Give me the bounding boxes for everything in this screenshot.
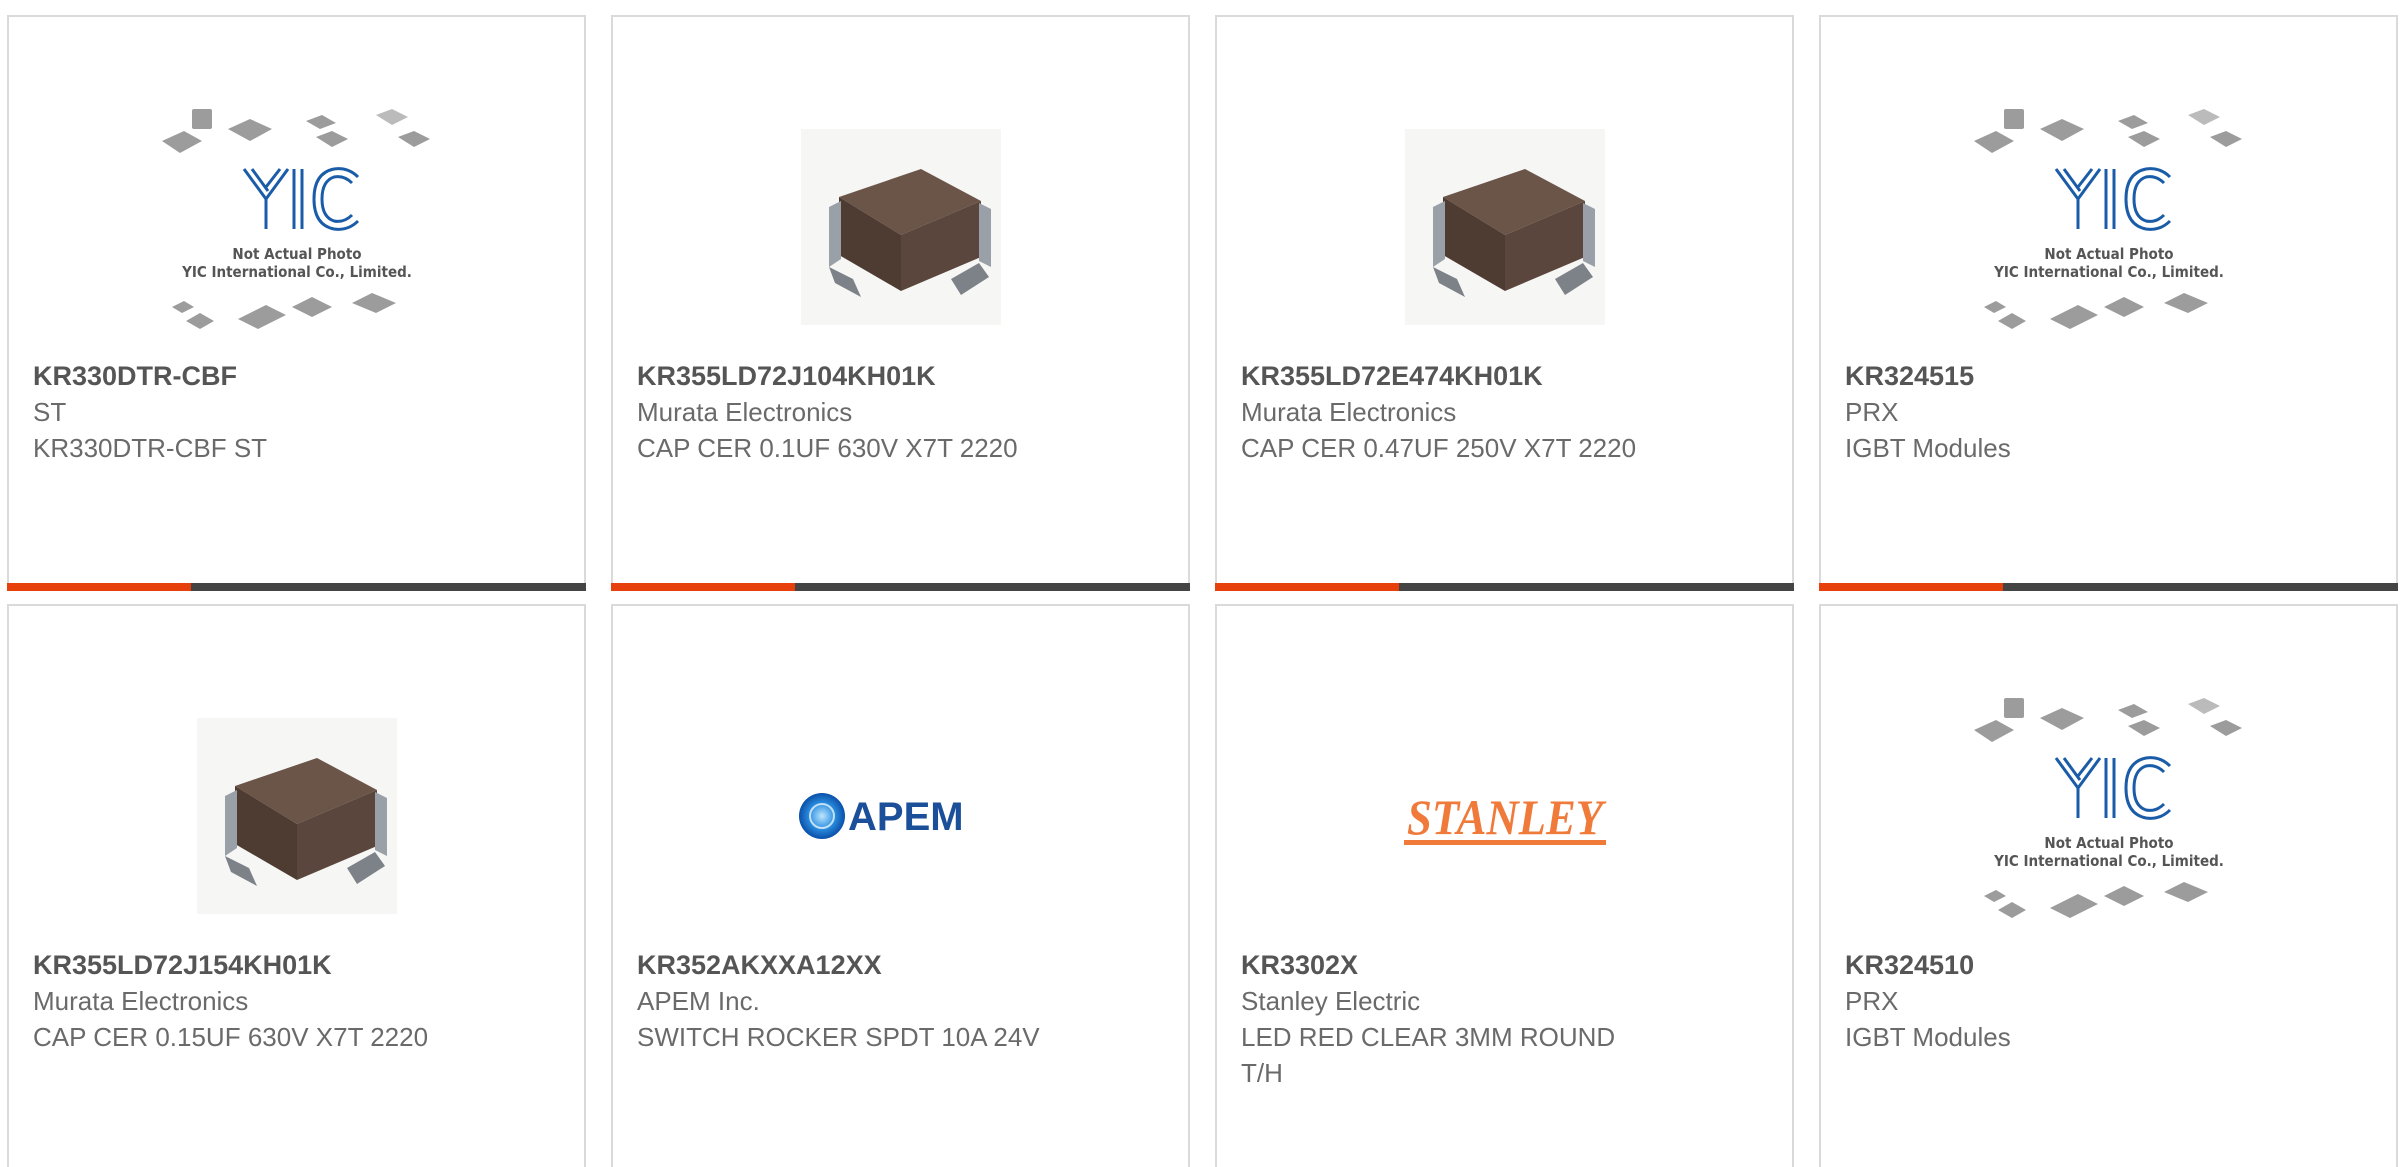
manufacturer: Murata Electronics [1241,397,1457,427]
description: CAP CER 0.15UF 630V X7T 2220 [33,1022,429,1052]
placeholder-company: YIC International Co., Limited. [1993,263,2224,281]
yic-placeholder-image[interactable]: Not Actual Photo YIC International Co., … [9,87,584,367]
card-bottom-bar [611,583,1190,591]
card-accent-bar [1819,583,2003,591]
product-card[interactable]: Not Actual Photo YIC International Co., … [1819,15,2398,591]
description: CAP CER 0.1UF 630V X7T 2220 [637,433,1018,463]
card-accent-bar [7,583,191,591]
part-number[interactable]: KR3302X [1241,947,1762,983]
stanley-logo-text: STANLEY [1407,789,1607,845]
manufacturer: ST [33,397,67,427]
ceramic-capacitor-image[interactable] [1217,87,1792,367]
ceramic-capacitor-image[interactable] [9,676,584,956]
placeholder-company: YIC International Co., Limited. [1993,852,2224,870]
placeholder-company: YIC International Co., Limited. [181,263,412,281]
description: SWITCH ROCKER SPDT 10A 24V [637,1022,1040,1052]
product-card[interactable]: KR355LD72J104KH01K Murata Electronics CA… [611,15,1190,591]
description: IGBT Modules [1845,433,2011,463]
description: CAP CER 0.47UF 250V X7T 2220 [1241,433,1637,463]
product-card[interactable]: Not Actual Photo YIC International Co., … [1819,604,2398,1167]
manufacturer: Murata Electronics [637,397,853,427]
card-bottom-bar [1819,583,2398,591]
manufacturer: Murata Electronics [33,986,249,1016]
yic-placeholder-image[interactable]: Not Actual Photo YIC International Co., … [1821,87,2396,367]
part-number[interactable]: KR324515 [1845,358,2366,394]
card-bottom-bar [7,583,586,591]
product-card[interactable]: APEM KR352AKXXA12XX APEM Inc. SWITCH ROC… [611,604,1190,1167]
placeholder-title: Not Actual Photo [2044,245,2173,263]
placeholder-title: Not Actual Photo [232,245,361,263]
product-card[interactable]: KR355LD72E474KH01K Murata Electronics CA… [1215,15,1794,591]
apem-logo-text: APEM [848,795,964,839]
part-number[interactable]: KR330DTR-CBF [33,358,554,394]
yic-placeholder-image[interactable]: Not Actual Photo YIC International Co., … [1821,676,2396,956]
description: KR330DTR-CBF ST [33,433,268,463]
placeholder-title: Not Actual Photo [2044,834,2173,852]
ceramic-capacitor-image[interactable] [613,87,1188,367]
product-card[interactable]: Not Actual Photo YIC International Co., … [7,15,586,591]
card-accent-bar [611,583,795,591]
card-accent-bar [1215,583,1399,591]
manufacturer: Stanley Electric [1241,986,1421,1016]
manufacturer: APEM Inc. [637,986,760,1016]
part-number[interactable]: KR355LD72J154KH01K [33,947,554,983]
manufacturer: PRX [1845,986,1899,1016]
manufacturer: PRX [1845,397,1899,427]
product-card[interactable]: STANLEY KR3302X Stanley Electric LED RED… [1215,604,1794,1167]
apem-logo[interactable]: APEM [613,676,1188,956]
stanley-logo[interactable]: STANLEY [1217,676,1792,956]
part-number[interactable]: KR355LD72J104KH01K [637,358,1158,394]
part-number[interactable]: KR324510 [1845,947,2366,983]
description: IGBT Modules [1845,1022,2011,1052]
part-number[interactable]: KR355LD72E474KH01K [1241,358,1762,394]
product-card[interactable]: KR355LD72J154KH01K Murata Electronics CA… [7,604,586,1167]
card-bottom-bar [1215,583,1794,591]
part-number[interactable]: KR352AKXXA12XX [637,947,1158,983]
description: LED RED CLEAR 3MM ROUND T/H [1241,1022,1616,1088]
